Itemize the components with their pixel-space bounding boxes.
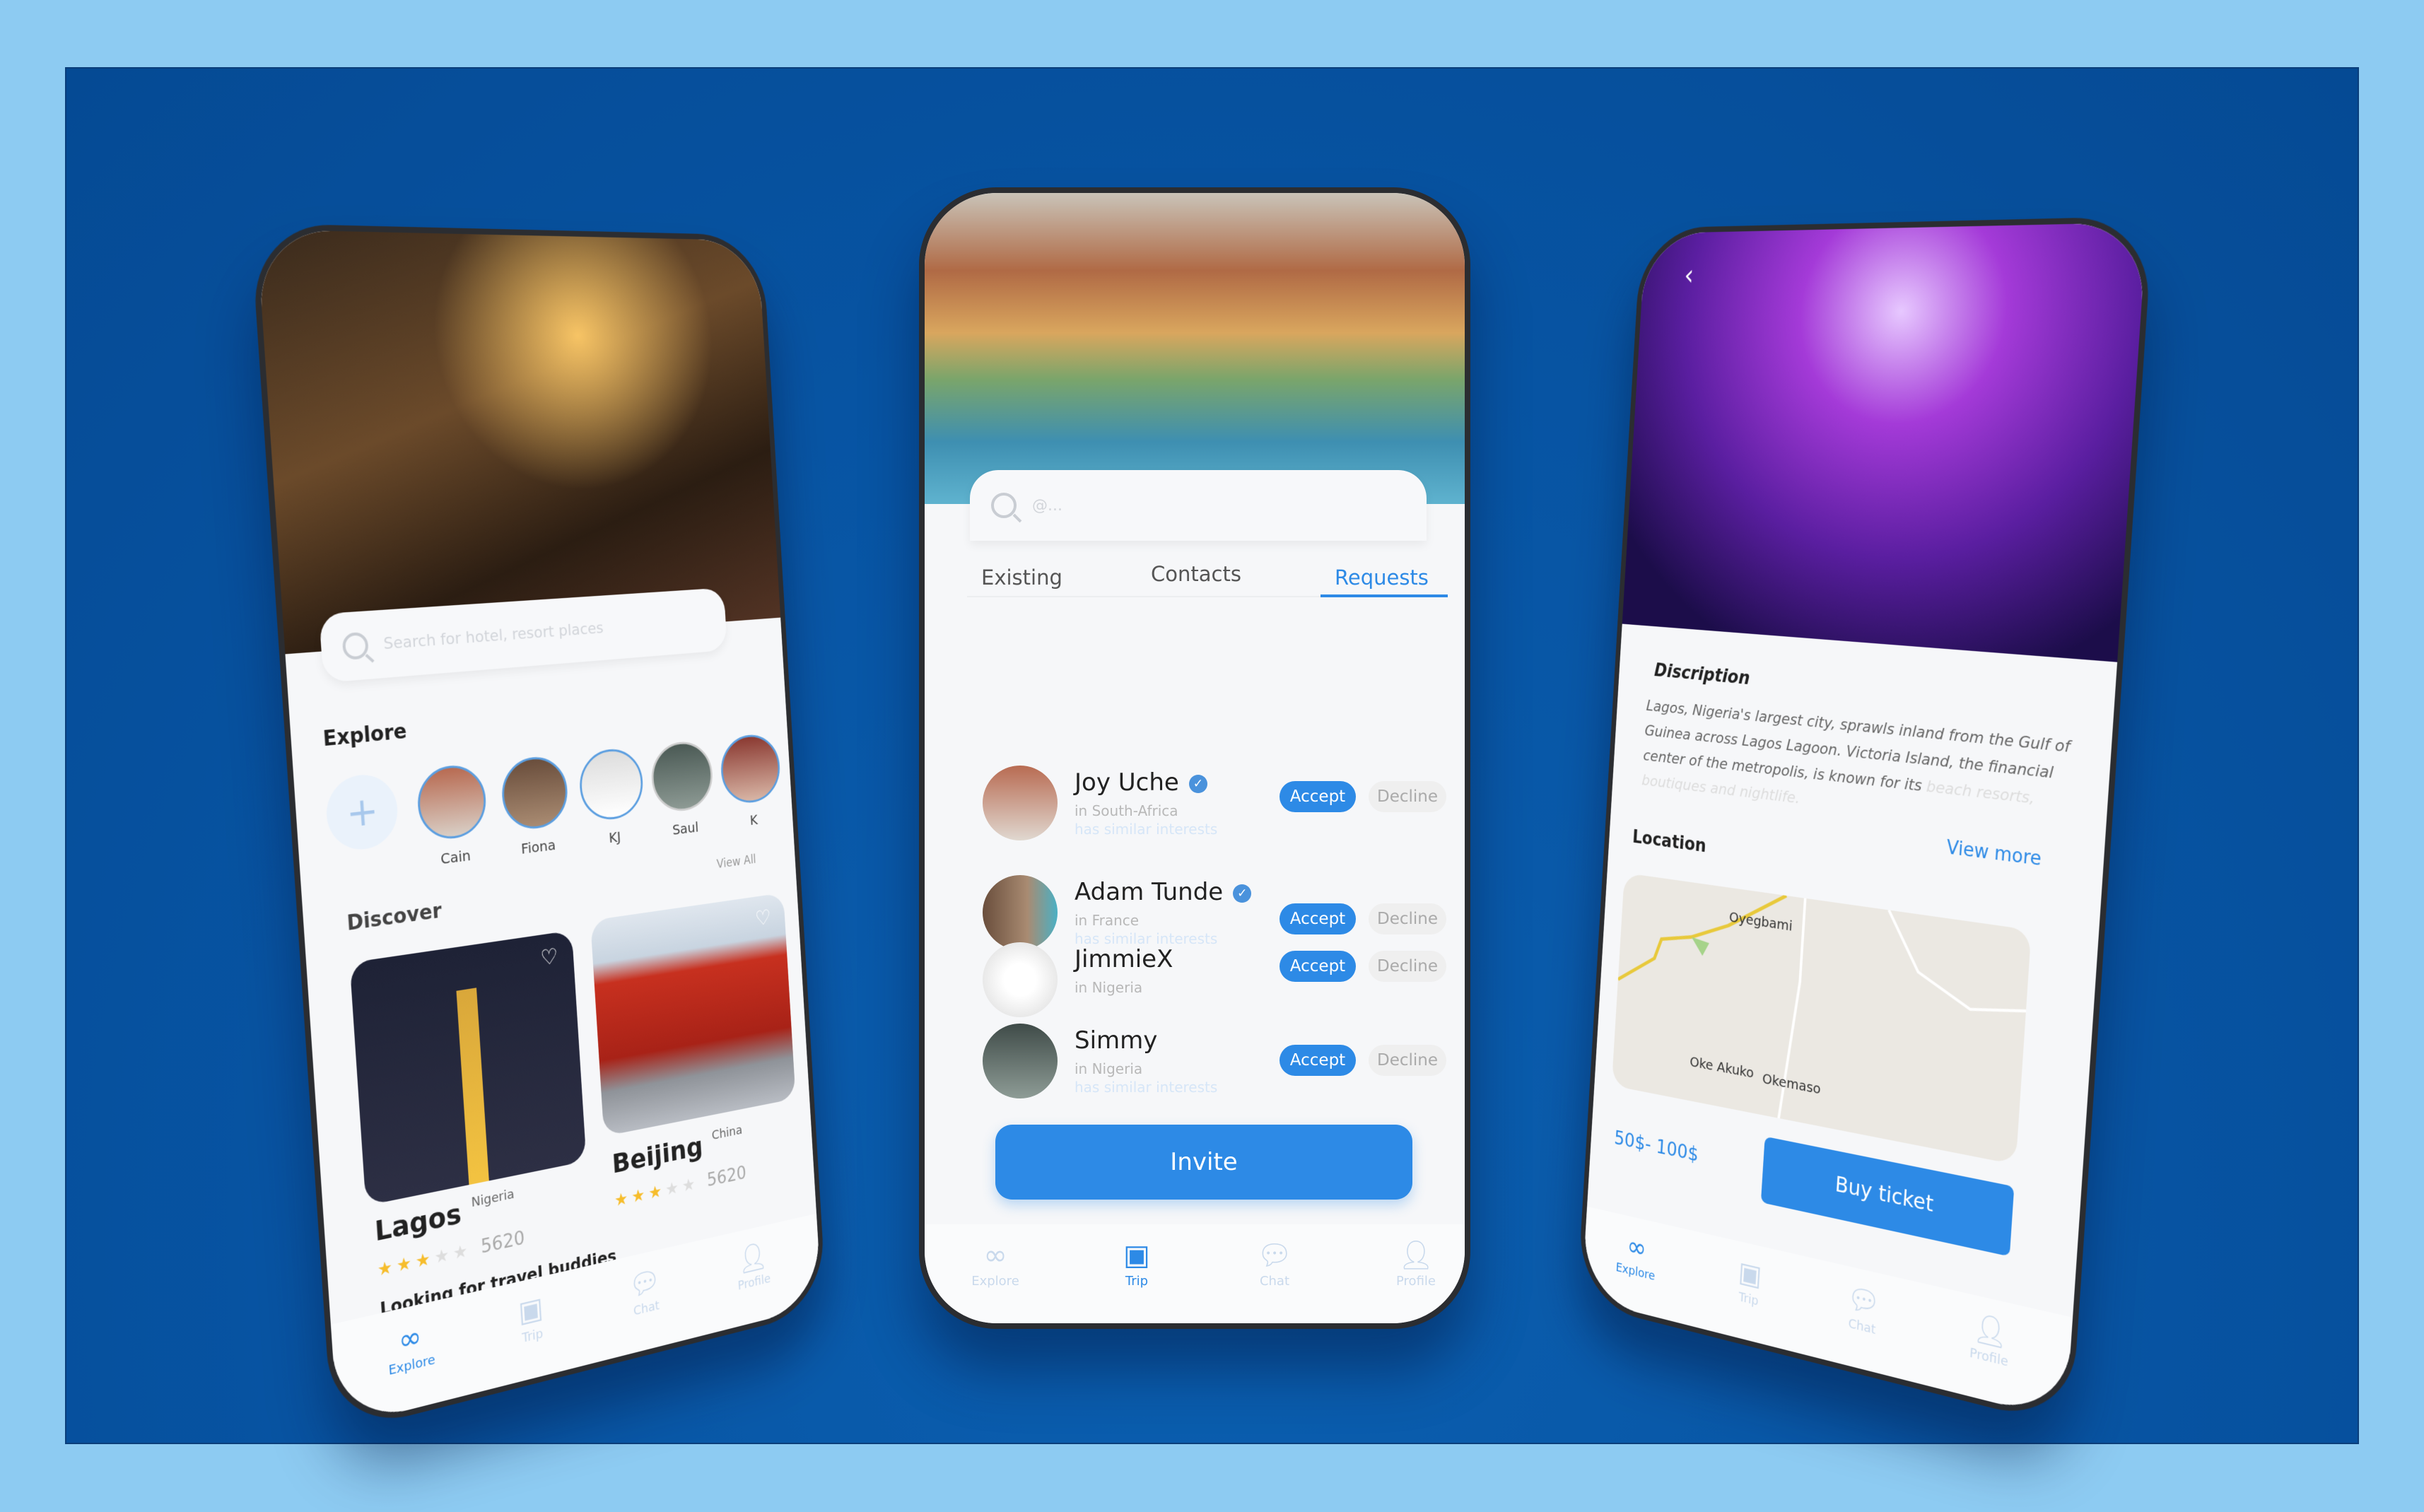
- chat-icon: 💬︎: [1225, 1237, 1324, 1274]
- invite-button[interactable]: Invite: [995, 1125, 1412, 1200]
- avatar: [983, 766, 1058, 840]
- plus-icon: +: [324, 772, 400, 854]
- tab-requests[interactable]: Requests: [1335, 565, 1429, 590]
- avatar: [983, 1024, 1058, 1098]
- search-icon: [342, 632, 370, 660]
- decline-button[interactable]: Decline: [1369, 903, 1446, 934]
- nav-profile[interactable]: 👤︎ Profile: [1940, 1301, 2040, 1377]
- nav-profile[interactable]: 👤︎ Profile: [710, 1231, 795, 1299]
- story-item[interactable]: KJ: [576, 746, 648, 850]
- hero-city-photo: [925, 193, 1465, 504]
- back-arrow-icon[interactable]: ‹: [1683, 260, 1694, 292]
- description-text: Lagos, Nigeria's largest city, sprawls i…: [1641, 693, 2073, 844]
- phone-event: ‹ Discription Lagos, Nigeria's largest c…: [1576, 216, 2153, 1429]
- view-all-link[interactable]: View All: [716, 852, 756, 872]
- explore-title: Explore: [322, 719, 408, 751]
- accept-button[interactable]: Accept: [1280, 951, 1356, 982]
- explore-screen: Search for hotel, resort places Explore …: [257, 229, 822, 1427]
- verified-badge-icon: ✓: [1233, 884, 1251, 903]
- nav-trip[interactable]: ▣ Trip: [1706, 1247, 1795, 1318]
- search-placeholder: @...: [1032, 497, 1062, 515]
- search-icon: [991, 493, 1017, 518]
- request-note: has similar interests: [1075, 1079, 1217, 1096]
- story-name: Cain: [420, 844, 491, 870]
- heart-icon[interactable]: ♡: [539, 944, 558, 971]
- heart-icon[interactable]: ♡: [754, 906, 771, 931]
- verified-badge-icon: ✓: [1189, 775, 1207, 793]
- binoculars-icon: ∞: [946, 1237, 1045, 1274]
- active-tab-indicator: [1321, 594, 1448, 597]
- avatar: [983, 875, 1058, 950]
- request-name: Simmy: [1075, 1026, 1157, 1055]
- nav-explore[interactable]: ∞ Explore: [360, 1309, 460, 1385]
- request-note: has similar interests: [1075, 821, 1217, 838]
- story-item[interactable]: K: [718, 732, 785, 832]
- tab-contacts[interactable]: Contacts: [1151, 562, 1241, 586]
- map-roads: [1612, 873, 2032, 1165]
- nav-trip[interactable]: ▣ Trip: [1087, 1237, 1186, 1289]
- request-name: Adam Tunde ✓: [1075, 878, 1251, 906]
- location-title: Location: [1632, 827, 1706, 857]
- request-row: Joy Uche ✓ in South-Africa has similar in…: [925, 766, 1465, 857]
- bottom-nav: ∞ Explore ▣ Trip 💬︎ Chat 👤︎ Profile: [925, 1224, 1465, 1323]
- calendar-icon: ▣: [1087, 1237, 1186, 1274]
- story-item[interactable]: Saul: [648, 739, 717, 840]
- story-item[interactable]: Fiona: [498, 754, 572, 860]
- hero-concert-photo: [1622, 222, 2148, 662]
- decline-button[interactable]: Decline: [1369, 781, 1446, 812]
- user-icon: 👤︎: [1366, 1237, 1465, 1274]
- nav-chat[interactable]: 💬︎ Chat: [600, 1255, 689, 1326]
- nav-profile[interactable]: 👤︎ Profile: [1366, 1237, 1465, 1289]
- decline-button[interactable]: Decline: [1369, 951, 1446, 982]
- event-screen: ‹ Discription Lagos, Nigeria's largest c…: [1581, 222, 2147, 1420]
- description-title: Discription: [1653, 660, 1750, 689]
- request-name: Joy Uche ✓: [1075, 768, 1207, 797]
- price-range: 50$- 100$: [1614, 1126, 1699, 1166]
- nav-explore[interactable]: ∞ Explore: [1595, 1221, 1679, 1289]
- story-name: Saul: [653, 816, 717, 840]
- request-row: JimmieX in Nigeria Accept Decline: [925, 942, 1465, 1034]
- discover-title: Discover: [346, 898, 443, 936]
- accept-button[interactable]: Accept: [1280, 903, 1356, 934]
- accept-button[interactable]: Accept: [1280, 781, 1356, 812]
- decline-button[interactable]: Decline: [1369, 1045, 1446, 1076]
- avatar: [983, 942, 1058, 1017]
- nav-explore[interactable]: ∞ Explore: [946, 1237, 1045, 1289]
- requests-screen: @... Existing Contacts Requests Joy Uche…: [925, 193, 1465, 1323]
- story-item[interactable]: Cain: [414, 762, 491, 870]
- accept-button[interactable]: Accept: [1280, 1045, 1356, 1076]
- destination-card-lagos[interactable]: ♡: [350, 930, 587, 1206]
- nav-chat[interactable]: 💬︎ Chat: [1225, 1237, 1324, 1289]
- request-row: Simmy in Nigeria has similar interests A…: [925, 1024, 1465, 1115]
- tab-existing[interactable]: Existing: [981, 565, 1062, 590]
- story-name: KJ: [582, 825, 648, 850]
- story-name: Fiona: [504, 834, 573, 860]
- nav-chat[interactable]: 💬︎ Chat: [1817, 1272, 1911, 1345]
- request-location: in Nigeria: [1075, 1060, 1142, 1077]
- nav-trip[interactable]: ▣ Trip: [484, 1282, 578, 1354]
- add-story-button[interactable]: +: [323, 771, 402, 853]
- location-map[interactable]: Oyegbami Oke Akuko Okemaso: [1612, 873, 2032, 1165]
- request-name: JimmieX: [1075, 945, 1173, 973]
- phone-requests: @... Existing Contacts Requests Joy Uche…: [919, 187, 1470, 1329]
- destination-card-beijing[interactable]: ♡: [590, 893, 796, 1137]
- search-input[interactable]: @...: [970, 470, 1427, 541]
- bridge-photo: [456, 988, 488, 1185]
- phone-explore: Search for hotel, resort places Explore …: [250, 223, 827, 1436]
- request-location: in Nigeria: [1075, 979, 1142, 996]
- request-location: in South-Africa: [1075, 802, 1178, 819]
- view-more-link[interactable]: View more: [1946, 837, 2042, 871]
- search-placeholder: Search for hotel, resort places: [383, 619, 604, 653]
- story-name: K: [722, 808, 784, 832]
- request-location: in France: [1075, 912, 1139, 929]
